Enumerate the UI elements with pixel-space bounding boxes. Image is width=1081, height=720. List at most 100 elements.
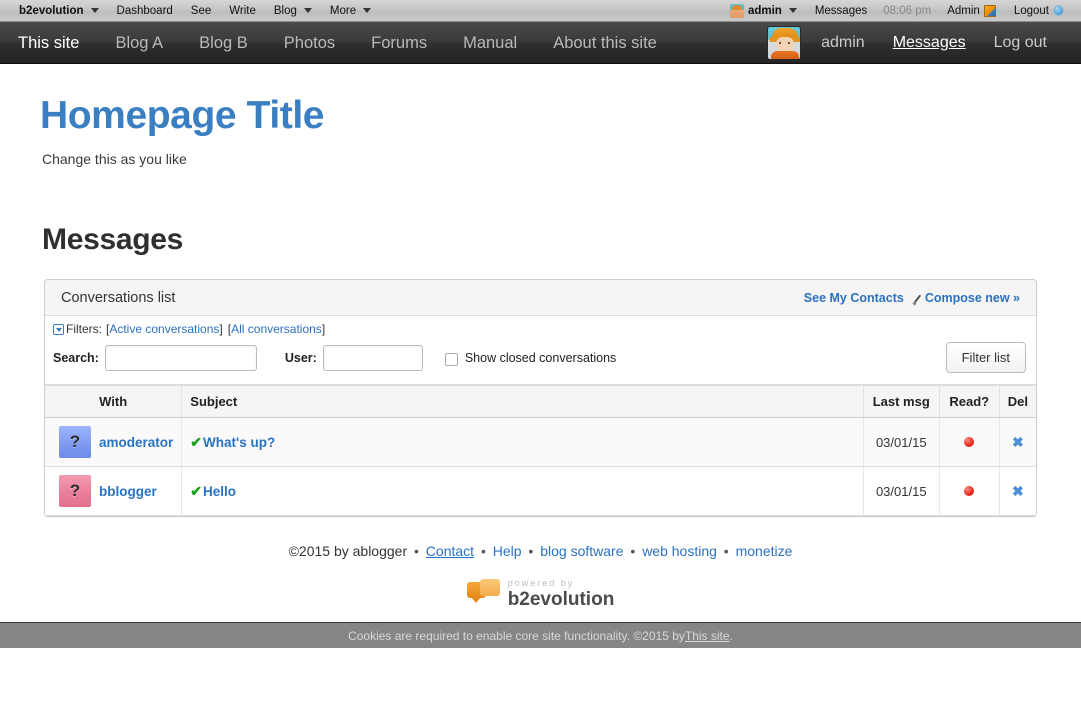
evobar-item-label: More (329, 4, 357, 17)
filter-all-conversations[interactable]: All conversations (231, 322, 322, 336)
chevron-down-icon (303, 8, 312, 13)
panel-header-actions: See My Contacts Compose new » (804, 291, 1020, 305)
filters-toggle-icon[interactable] (53, 323, 64, 335)
evobar-item-dashboard[interactable]: Dashboard (108, 0, 182, 22)
show-closed-label: Show closed conversations (464, 350, 617, 365)
evobar-username: admin (747, 4, 782, 17)
footer-link-contact[interactable]: Contact (426, 543, 474, 559)
user-input[interactable] (322, 344, 423, 371)
search-input[interactable] (104, 344, 257, 371)
compose-new-link[interactable]: Compose new » (925, 291, 1020, 305)
cell-last-msg: 03/01/15 (863, 417, 940, 467)
user-avatar-placeholder-icon[interactable]: ? (59, 426, 91, 458)
filters-row: Search: User: Show closed conversations … (45, 338, 1036, 385)
column-header-with: With (45, 385, 183, 418)
user-link[interactable]: amoderator (99, 435, 173, 450)
evobar-right-group: admin Messages 08:06 pm Admin Logout (721, 0, 1081, 22)
footer-link-blog-software[interactable]: blog software (540, 543, 623, 559)
evobar-item-label: See (190, 4, 212, 17)
panel-header: Conversations list See My Contacts Compo… (45, 280, 1036, 316)
nav-item-about-this-site[interactable]: About this site (535, 22, 675, 64)
footer-link-web-hosting[interactable]: web hosting (642, 543, 717, 559)
evobar-item-label: b2evolution (19, 4, 84, 17)
evobar-item-label: Messages (814, 4, 868, 17)
user-label: User: (284, 350, 317, 365)
logo-bubble-front (479, 579, 500, 596)
evobar-clock: 08:06 pm (883, 4, 932, 17)
subject-link[interactable]: What's up? (203, 435, 275, 450)
footer-link-monetize[interactable]: monetize (736, 543, 793, 559)
table-row[interactable]: ? bblogger ✔Hello 03/01/15 ✖ (45, 466, 1036, 516)
cookie-site-link[interactable]: This site (685, 629, 730, 643)
evobar-item-label: Write (229, 4, 256, 17)
with-cell: ? amoderator (53, 426, 173, 458)
cookie-notice-bar: Cookies are required to enable core site… (0, 622, 1081, 648)
nav-username[interactable]: admin (807, 22, 879, 64)
admin-evobar: b2evolution Dashboard See Write Blog Mor… (0, 0, 1081, 22)
evobar-item-admin[interactable]: Admin (938, 0, 1005, 22)
column-header-subject: Subject (181, 385, 864, 418)
user-avatar-placeholder-icon[interactable]: ? (59, 475, 91, 507)
evobar-item-b2evolution[interactable]: b2evolution (10, 0, 108, 22)
chevron-down-icon (90, 8, 99, 13)
user-avatar[interactable] (767, 25, 802, 60)
evobar-item-label: Blog (273, 4, 297, 17)
panel-title: Conversations list (61, 289, 176, 306)
delete-icon[interactable]: ✖ (1012, 434, 1024, 450)
separator: • (630, 543, 636, 559)
nav-item-blog-a[interactable]: Blog A (97, 22, 181, 64)
bracket-close-2: ] (321, 322, 326, 336)
b2evolution-wordmark: b2evolution (507, 589, 615, 610)
show-closed-checkbox[interactable] (444, 353, 458, 366)
evobar-item-blog[interactable]: Blog (265, 0, 321, 22)
evobar-item-logout[interactable]: Logout (1005, 0, 1073, 22)
nav-item-blog-b[interactable]: Blog B (181, 22, 266, 64)
separator: • (723, 543, 729, 559)
evobar-item-messages[interactable]: Messages (806, 0, 876, 22)
cell-del: ✖ (999, 417, 1036, 467)
evobar-item-more[interactable]: More (321, 0, 380, 22)
cell-subject: ✔Hello (181, 466, 864, 516)
footer-link-help[interactable]: Help (493, 543, 522, 559)
cell-read (939, 417, 1000, 467)
cell-with: ? amoderator (45, 417, 183, 467)
table-row[interactable]: ? amoderator ✔What's up? 03/01/15 ✖ (45, 417, 1036, 467)
chevron-down-icon (363, 8, 372, 13)
unread-dot-icon (964, 485, 975, 496)
column-header-del: Del (999, 385, 1036, 418)
b2evolution-logo-icon (466, 579, 501, 609)
footer-credits: ©2015 by ablogger • Contact • Help • blo… (0, 543, 1081, 559)
nav-item-messages[interactable]: Messages (879, 22, 980, 64)
evobar-user-menu[interactable]: admin (721, 0, 806, 22)
filter-active-conversations[interactable]: Active conversations (109, 322, 219, 336)
see-my-contacts-link[interactable]: See My Contacts (804, 291, 904, 305)
cookie-text-after: . (729, 628, 733, 643)
evobar-item-label: Dashboard (116, 4, 173, 17)
admin-panel-icon (983, 4, 996, 17)
nav-item-forums[interactable]: Forums (353, 22, 445, 64)
unread-dot-icon (964, 436, 975, 447)
nav-item-manual[interactable]: Manual (445, 22, 535, 64)
delete-icon[interactable]: ✖ (1012, 483, 1024, 499)
evobar-item-write[interactable]: Write (220, 0, 265, 22)
evobar-item-see[interactable]: See (182, 0, 220, 22)
evobar-item-label: Admin (947, 4, 980, 17)
powered-by-label: powered by (507, 578, 575, 588)
column-header-last-msg: Last msg (863, 385, 940, 418)
nav-item-this-site[interactable]: This site (0, 22, 97, 64)
page-tagline: Change this as you like (42, 151, 187, 167)
copyright-text: ©2015 by ablogger (288, 543, 408, 559)
search-label: Search: (53, 350, 99, 365)
filters-line: Filters: [ Active conversations ] [ All … (45, 316, 1036, 338)
nav-item-photos[interactable]: Photos (266, 22, 353, 64)
site-nav-links: This site Blog A Blog B Photos Forums Ma… (0, 22, 675, 64)
nav-item-logout[interactable]: Log out (980, 22, 1061, 64)
evobar-left-group: b2evolution Dashboard See Write Blog Mor… (0, 0, 380, 22)
cell-subject: ✔What's up? (181, 417, 864, 467)
cell-read (939, 466, 1000, 516)
subject-link[interactable]: Hello (203, 484, 236, 499)
column-header-read: Read? (939, 385, 1000, 418)
filter-list-button[interactable]: Filter list (945, 342, 1026, 373)
user-link[interactable]: bblogger (99, 484, 157, 499)
site-navigation-bar: This site Blog A Blog B Photos Forums Ma… (0, 22, 1081, 64)
